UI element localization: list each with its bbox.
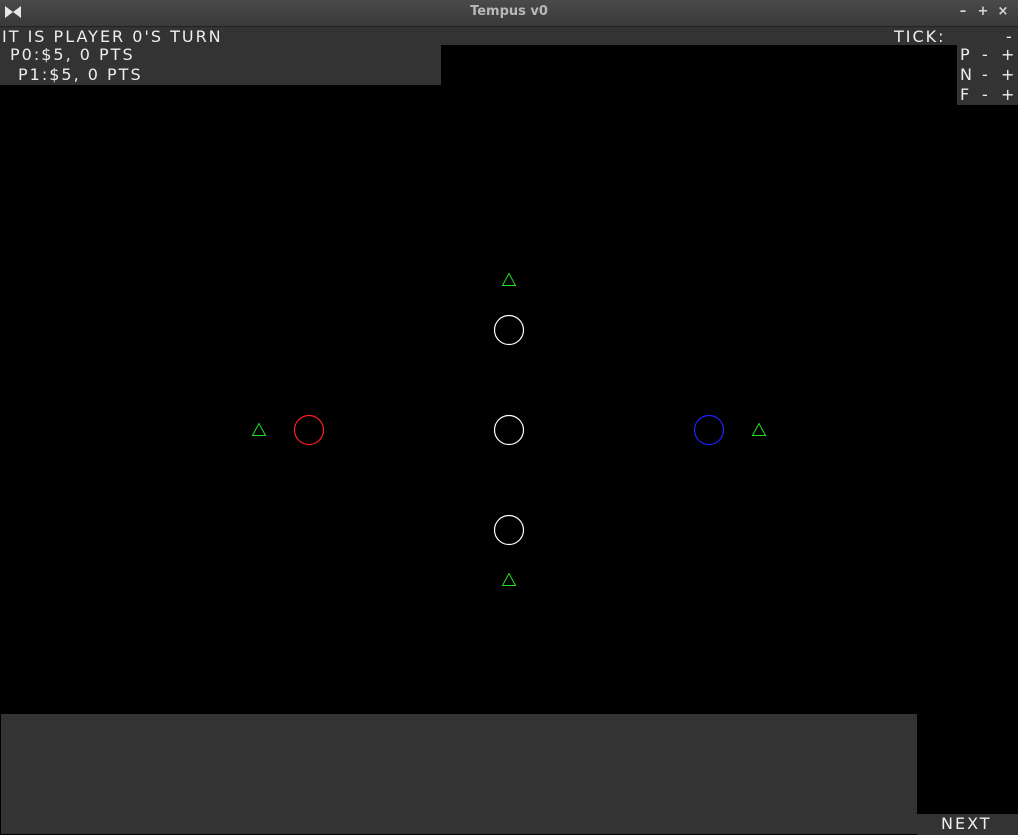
- speed-f-increase-button[interactable]: +: [1001, 85, 1016, 105]
- speed-p-decrease-button[interactable]: -: [982, 45, 990, 65]
- maximize-button[interactable]: +: [975, 4, 991, 20]
- game-canvas[interactable]: IT IS PLAYER 0'S TURN TICK: - P0:$5, 0 P…: [0, 27, 1018, 835]
- node-center-neutral[interactable]: [493, 414, 525, 446]
- unit-marker-right-triangle-icon[interactable]: [751, 422, 767, 436]
- speed-f-decrease-button[interactable]: -: [982, 85, 990, 105]
- unit-marker-left-triangle-icon[interactable]: [251, 422, 267, 436]
- next-button[interactable]: NEXT: [941, 814, 992, 834]
- message-log-panel: [1, 714, 917, 834]
- scores-panel: P0:$5, 0 PTS P1:$5, 0 PTS: [0, 45, 441, 85]
- player-1-score: P1:$5, 0 PTS: [18, 65, 143, 84]
- speed-n-increase-button[interactable]: +: [1001, 65, 1016, 85]
- game-window: Tempus v0 – + × IT IS PLAYER 0'S TURN TI…: [0, 0, 1018, 835]
- speed-n-decrease-button[interactable]: -: [982, 65, 990, 85]
- node-top-neutral[interactable]: [493, 314, 525, 346]
- tick-value: -: [1006, 27, 1014, 46]
- speed-row-n: N - +: [957, 65, 1018, 85]
- speed-label: P: [960, 45, 972, 64]
- speed-row-p: P - +: [957, 45, 1018, 65]
- speed-p-increase-button[interactable]: +: [1001, 45, 1016, 65]
- close-button[interactable]: ×: [995, 4, 1011, 20]
- status-bar: IT IS PLAYER 0'S TURN TICK: -: [0, 27, 1018, 46]
- next-panel: NEXT: [917, 814, 1018, 835]
- speed-label: F: [960, 85, 972, 104]
- tick-label: TICK:: [894, 27, 946, 46]
- window-title: Tempus v0: [470, 4, 548, 19]
- speed-controls: P - + N - + F - +: [957, 45, 1018, 105]
- node-bottom-neutral[interactable]: [493, 514, 525, 546]
- node-left-player0[interactable]: [293, 414, 325, 446]
- unit-marker-bottom-triangle-icon[interactable]: [501, 572, 517, 586]
- turn-indicator: IT IS PLAYER 0'S TURN: [2, 27, 223, 46]
- unit-marker-top-triangle-icon[interactable]: [501, 272, 517, 286]
- speed-label: N: [960, 65, 974, 84]
- player-0-score: P0:$5, 0 PTS: [10, 45, 135, 64]
- speed-row-f: F - +: [957, 85, 1018, 105]
- node-right-player1[interactable]: [693, 414, 725, 446]
- title-bar[interactable]: Tempus v0 – + ×: [0, 0, 1018, 27]
- minimize-button[interactable]: –: [955, 4, 971, 20]
